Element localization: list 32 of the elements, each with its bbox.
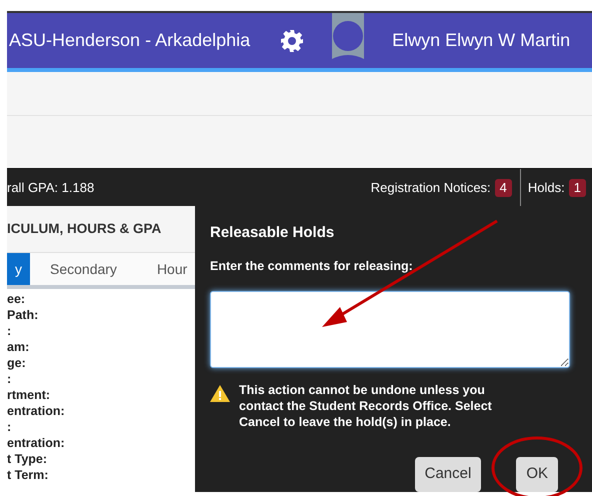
field-label: rtment: xyxy=(7,387,52,403)
avatar-icon[interactable] xyxy=(332,13,364,59)
warning-text: This action cannot be undone unless you contact the Student Records Office. Select Cancel to leave the hold(s) in place. xyxy=(239,382,493,430)
field-label: : xyxy=(7,371,12,387)
count-badge: 1 xyxy=(568,178,586,196)
panel-title: ICULUM, HOURS & GPA xyxy=(7,220,162,238)
tab[interactable]: Hour xyxy=(136,253,195,285)
gpa-text: rall GPA: 1.188 xyxy=(7,178,94,197)
notice-label[interactable]: Holds: xyxy=(528,178,565,198)
field-label: entration: xyxy=(7,435,66,451)
warning-icon xyxy=(210,385,230,402)
dialog-title: Releasable Holds xyxy=(210,223,336,243)
field-label: t Term: xyxy=(7,467,50,483)
settings-icon[interactable] xyxy=(280,28,304,52)
notice-label[interactable]: Registration Notices: xyxy=(370,178,491,198)
user-name[interactable]: Elwyn Elwyn W Martin xyxy=(392,27,570,54)
institution-name: ASU-Henderson - Arkadelphia xyxy=(9,29,250,52)
field-label: entration: xyxy=(7,403,66,419)
comment-field[interactable] xyxy=(210,291,570,368)
tab[interactable]: y xyxy=(7,253,30,285)
field-label: am: xyxy=(7,339,30,355)
field-label: : xyxy=(7,323,12,339)
dialog-button[interactable]: Cancel xyxy=(414,457,482,492)
field-label: t Type: xyxy=(7,451,48,467)
dialog-button[interactable]: OK xyxy=(516,457,558,492)
field-label: ge: xyxy=(7,355,27,371)
tab[interactable]: Secondary xyxy=(30,253,137,285)
field-label: Path: xyxy=(7,307,40,323)
field-label: ee: xyxy=(7,291,26,307)
field-label: : xyxy=(7,419,12,435)
count-badge: 4 xyxy=(494,178,512,196)
comment-prompt: Enter the comments for releasing: xyxy=(210,258,414,275)
